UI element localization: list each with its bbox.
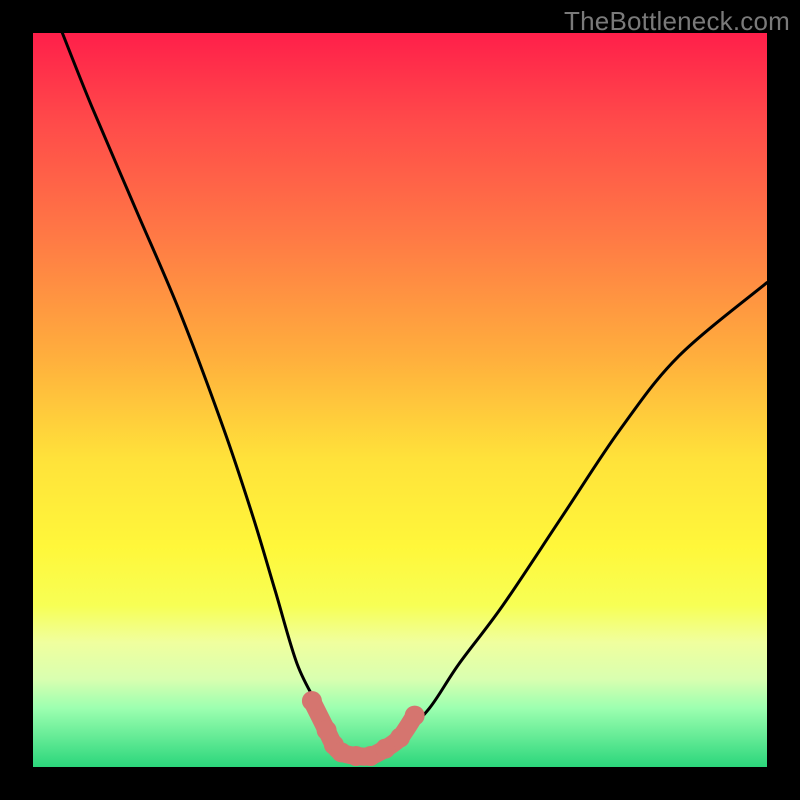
optimal-range-dot xyxy=(390,728,410,748)
optimal-range-dot xyxy=(405,706,425,726)
chart-svg xyxy=(33,33,767,767)
bottleneck-curve xyxy=(62,33,767,760)
optimal-range-dot xyxy=(302,691,322,711)
optimal-range-highlight xyxy=(302,691,425,766)
watermark-text: TheBottleneck.com xyxy=(564,6,790,37)
chart-frame: TheBottleneck.com xyxy=(0,0,800,800)
chart-plot-area xyxy=(33,33,767,767)
